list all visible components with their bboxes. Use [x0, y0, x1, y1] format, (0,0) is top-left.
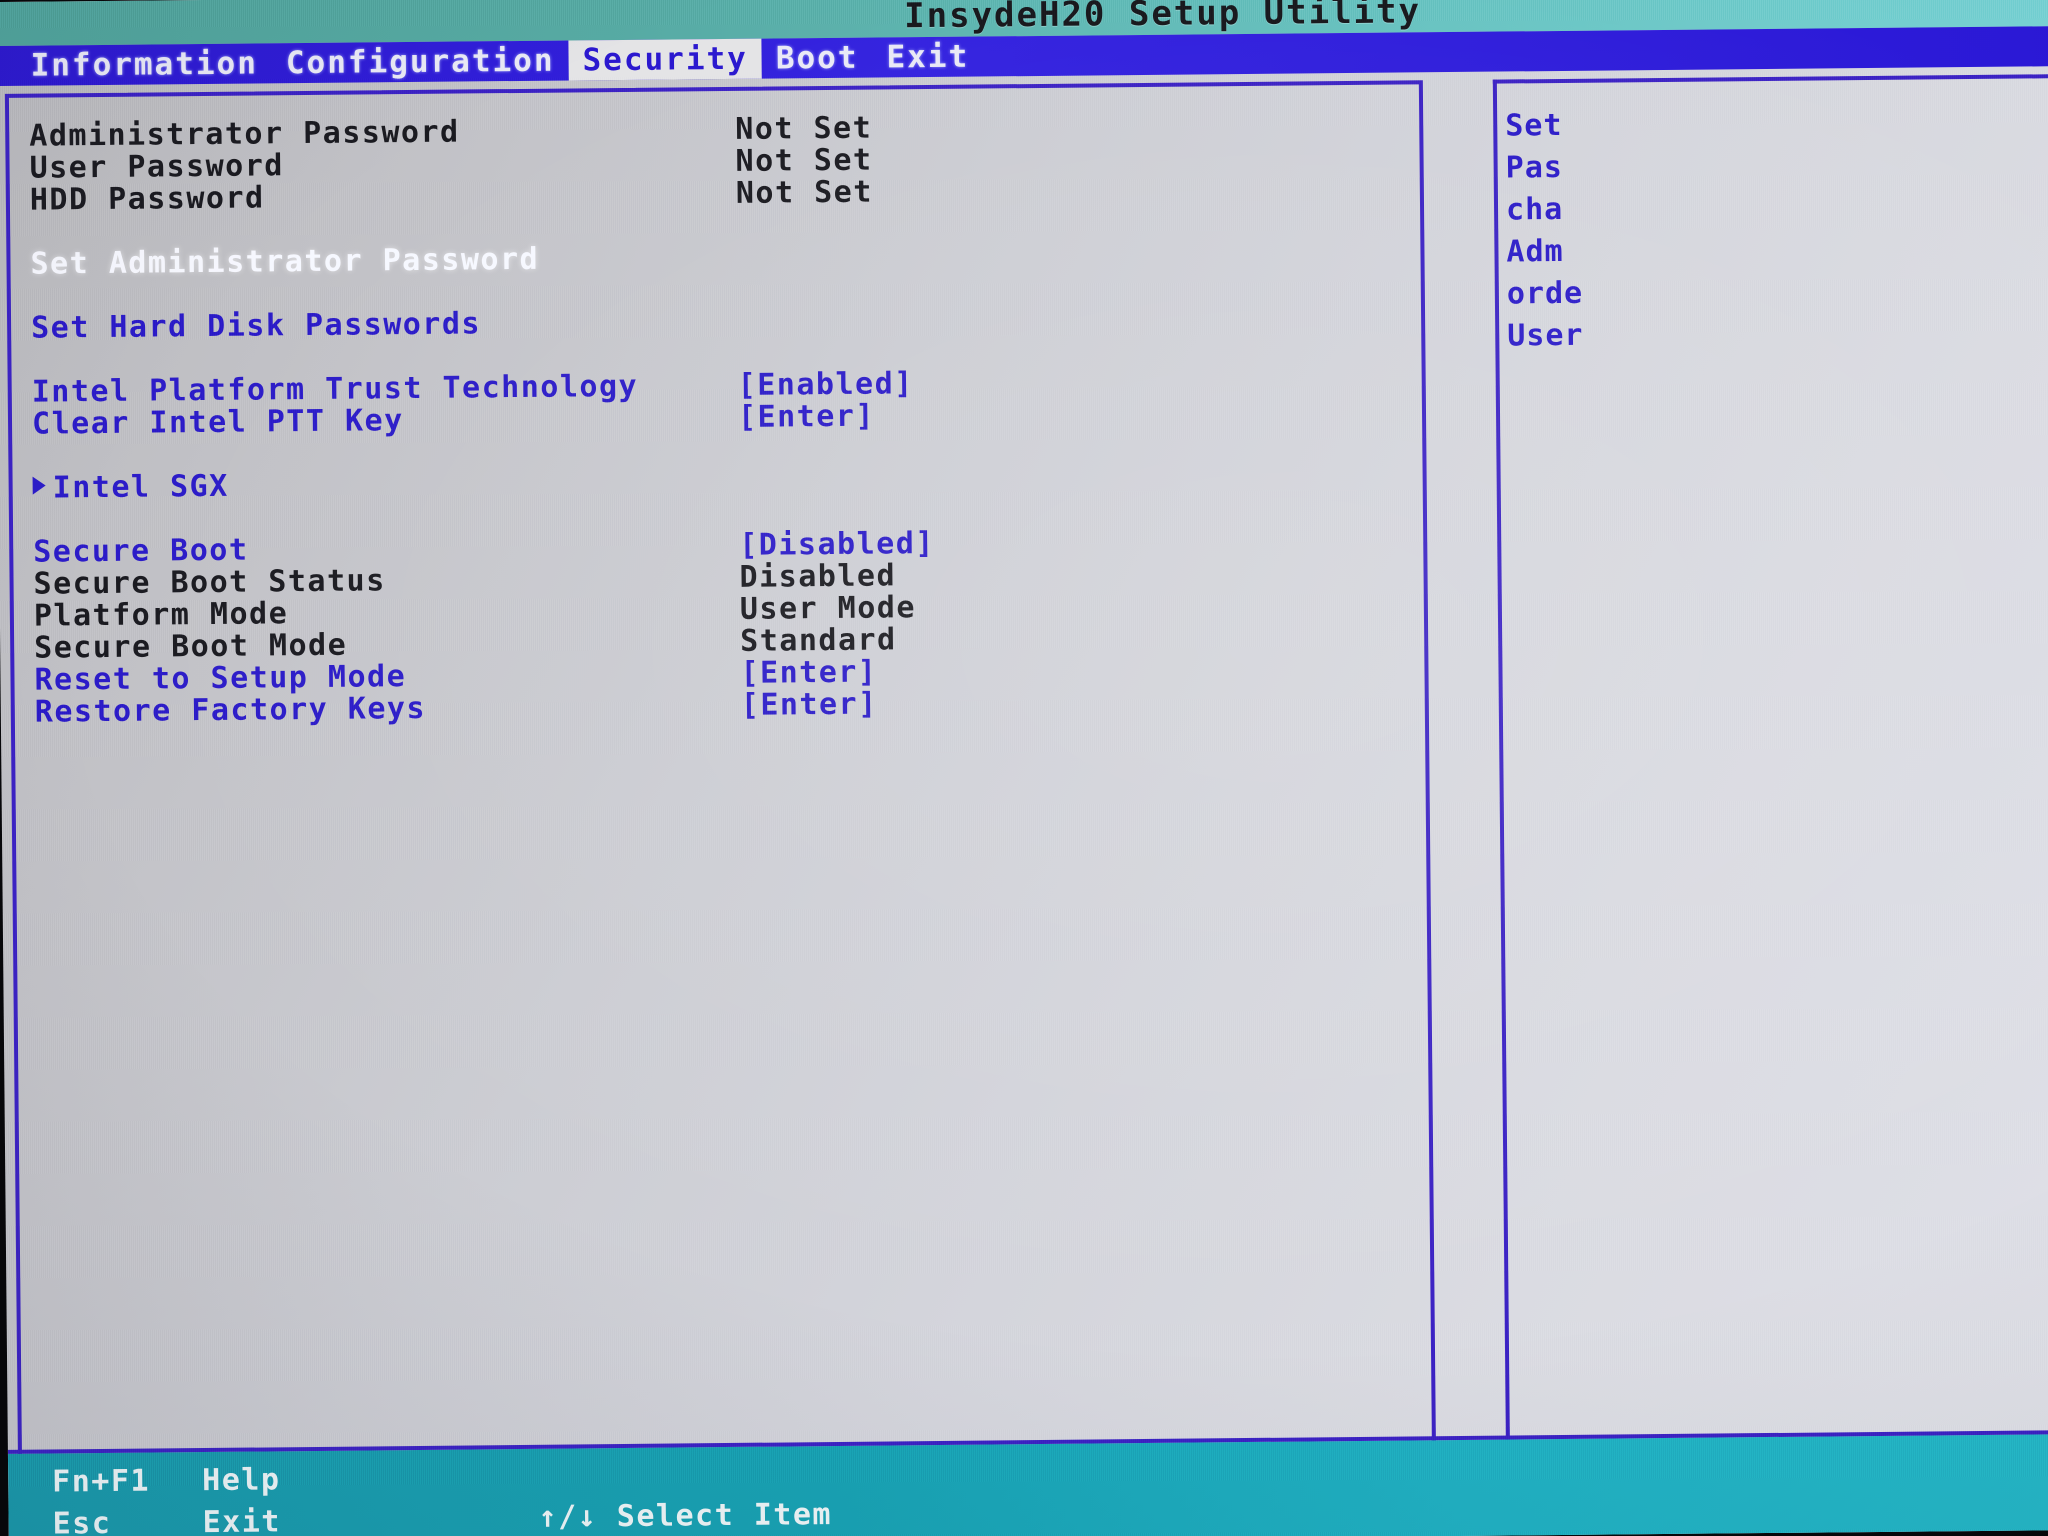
hotkey-exit-action: Exit	[202, 1504, 282, 1536]
hotkeys-left: Fn+F1 Help Esc Exit	[52, 1459, 281, 1536]
tab-boot[interactable]: Boot	[762, 38, 873, 79]
settings-value-secure-boot[interactable]: [Disabled]	[739, 525, 935, 562]
settings-label-clear-intel-ptt-key: Clear Intel PTT Key	[31, 402, 404, 442]
hotkey-select-item[interactable]: ↑/↓ Select Item	[538, 1494, 832, 1536]
hotkey-select-item-key: ↑/↓	[538, 1499, 598, 1535]
settings-label-hdd-password: HDD Password	[29, 179, 265, 218]
help-text: Set Pas cha Adm orde User	[1505, 107, 1584, 354]
settings-value-reset-to-setup-mode[interactable]: [Enter]	[740, 654, 877, 690]
settings-value-platform-mode: User Mode	[739, 589, 917, 627]
tab-configuration[interactable]: Configuration	[272, 40, 569, 83]
submenu-arrow-icon	[32, 476, 46, 495]
settings-label-secure-boot-status: Secure Boot Status	[33, 562, 386, 602]
settings-label-restore-factory-keys: Restore Factory Keys	[34, 690, 427, 730]
hotkey-help[interactable]: Fn+F1 Help	[52, 1459, 281, 1503]
tab-security[interactable]: Security	[568, 38, 763, 81]
menu-tabs: Information Configuration Security Boot …	[16, 37, 983, 86]
settings-value-user-password: Not Set	[735, 142, 873, 179]
bios-screen: InsydeH20 Setup Utility Information Conf…	[0, 0, 2048, 1536]
tab-information[interactable]: Information	[16, 43, 272, 85]
settings-value-hdd-password: Not Set	[735, 174, 873, 211]
settings-value-clear-intel-ptt-key[interactable]: [Enter]	[738, 398, 875, 434]
settings-value-intel-platform-trust-technology[interactable]: [Enabled]	[738, 366, 914, 403]
settings-value-administrator-password: Not Set	[735, 110, 873, 147]
settings-panel: Administrator Password Not Set User Passwo…	[4, 80, 1436, 1460]
settings-value-secure-boot-mode: Standard	[739, 621, 897, 659]
settings-value-restore-factory-keys[interactable]: [Enter]	[741, 686, 878, 722]
help-panel: Set Pas cha Adm orde User	[1492, 74, 2048, 1446]
hotkey-help-key: Fn+F1	[52, 1463, 151, 1500]
photo-of-screen: InsydeH20 Setup Utility Information Conf…	[0, 0, 2048, 1536]
settings-value-secure-boot-status: Disabled	[739, 557, 897, 595]
hotkey-select-item-action: Select Item	[616, 1497, 833, 1535]
hotkey-exit-key: Esc	[52, 1505, 112, 1536]
page-title: InsydeH20 Setup Utility	[903, 0, 1422, 37]
settings-label-intel-sgx: Intel SGX	[52, 468, 229, 505]
hotkey-help-action: Help	[202, 1462, 281, 1499]
tab-exit[interactable]: Exit	[872, 37, 983, 78]
settings-list: Administrator Password Not Set User Passwo…	[23, 106, 1419, 730]
hotkeys-mid: ↑/↓ Select Item	[538, 1494, 832, 1536]
hotkey-exit[interactable]: Esc Exit	[52, 1501, 281, 1536]
